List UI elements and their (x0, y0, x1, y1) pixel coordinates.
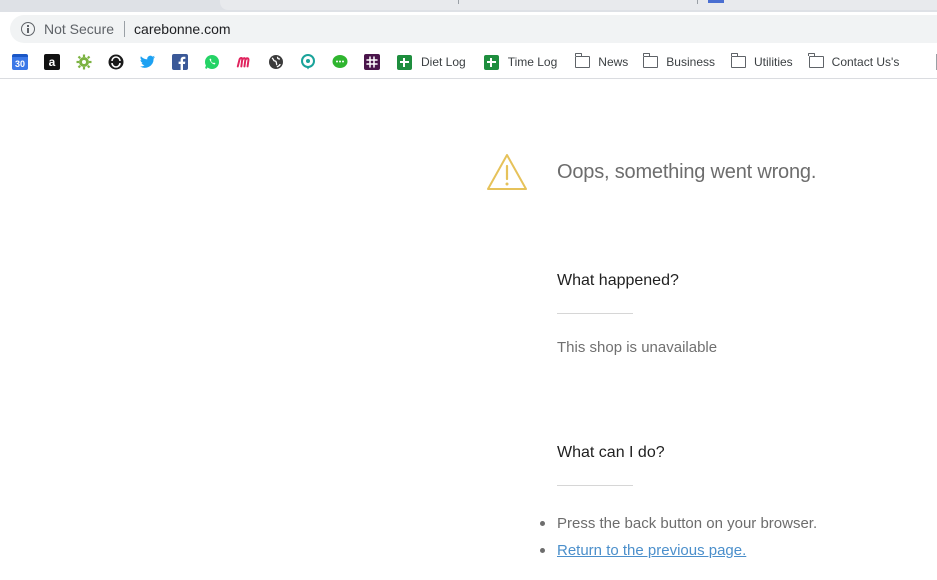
amazon-icon[interactable]: a (44, 54, 60, 70)
bookmark-time-log[interactable]: Time Log (483, 54, 558, 70)
address-bar[interactable]: Not Secure carebonne.com (10, 15, 937, 43)
return-previous-page-link[interactable]: Return to the previous page. (557, 542, 746, 559)
sheets-icon (483, 54, 499, 70)
bookmark-diet-log[interactable]: Diet Log (397, 54, 466, 70)
browser-toolbar: Not Secure carebonne.com (0, 12, 937, 46)
warning-icon (487, 154, 527, 190)
slack-icon[interactable] (364, 54, 380, 70)
what-can-i-do-heading: What can I do? (557, 444, 665, 461)
section-divider (557, 313, 633, 314)
back-button-instruction: Press the back button on your browser. (557, 515, 818, 532)
address-separator (124, 21, 126, 37)
bookmark-label: Diet Log (421, 55, 466, 69)
bookmark-label: News (598, 55, 629, 69)
action-item-back: Press the back button on your browser. (539, 510, 818, 537)
bookmark-folder-utilities[interactable]: Utilities (730, 53, 793, 69)
reload-circle-icon[interactable] (108, 54, 124, 70)
m-logo-icon[interactable] (236, 54, 252, 70)
folder-icon (574, 53, 591, 68)
tab-separator (458, 0, 459, 4)
what-happened-heading: What happened? (557, 272, 679, 289)
security-label[interactable]: Not Secure (44, 21, 114, 37)
bookmark-label: Utilities (754, 55, 793, 69)
location-pin-icon[interactable] (300, 54, 316, 70)
facebook-icon[interactable] (172, 54, 188, 70)
calendar-icon[interactable]: 30 (12, 54, 28, 70)
calendar-date: 30 (14, 58, 25, 69)
globe-icon[interactable] (268, 54, 284, 70)
bookmark-folder-contact-us[interactable]: Contact Us's (808, 53, 900, 69)
tab-favicon-fragment (708, 0, 724, 3)
twitter-icon[interactable] (140, 54, 156, 70)
bookmark-folder-news[interactable]: News (574, 53, 629, 69)
bookmark-folder-business[interactable]: Business (642, 53, 715, 69)
folder-icon (730, 53, 746, 68)
tab-separator (697, 0, 698, 4)
gear-icon[interactable] (76, 54, 92, 70)
bookmark-label: Business (666, 55, 715, 69)
active-tab-remnant[interactable] (220, 0, 937, 10)
action-item-return: Return to the previous page. (539, 537, 817, 564)
action-list: Press the back button on your browser. R… (539, 510, 818, 564)
bookmark-label: Time Log (507, 55, 558, 69)
error-description: This shop is unavailable (557, 339, 718, 356)
bookmark-label: Contact Us's (831, 55, 900, 69)
sheets-icon (397, 54, 412, 70)
bookmarks-bar: 30 a Diet Log Time Log News Business Uti… (0, 46, 937, 79)
whatsapp-icon[interactable] (204, 54, 220, 70)
tab-strip (0, 0, 937, 12)
error-title: Oops, something went wrong. (557, 161, 817, 183)
url-text[interactable]: carebonne.com (134, 21, 231, 37)
chat-icon[interactable] (332, 54, 348, 70)
folder-icon (642, 53, 659, 68)
section-divider (557, 485, 633, 486)
info-icon[interactable] (21, 22, 35, 36)
folder-icon (808, 53, 824, 68)
amazon-letter: a (48, 55, 56, 69)
